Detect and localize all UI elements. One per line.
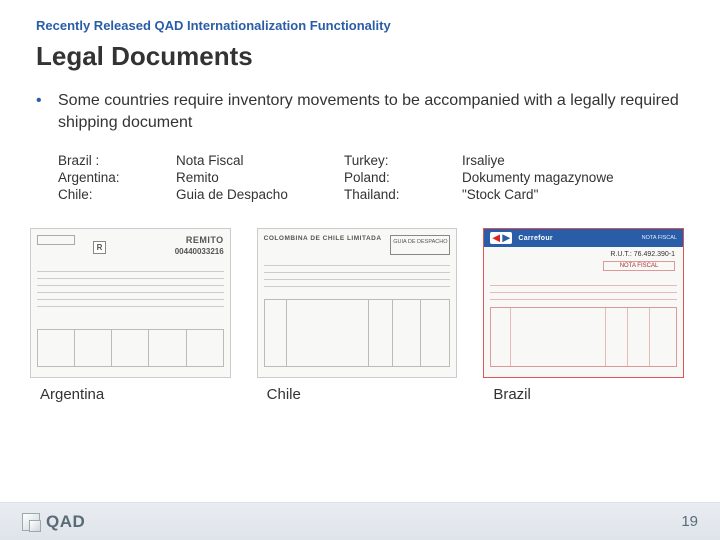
qad-logo-icon — [22, 513, 40, 531]
country-label: Brazil : — [58, 153, 136, 168]
doc-name: "Stock Card" — [462, 187, 614, 202]
qad-logo-text: QAD — [46, 512, 85, 532]
captions-row: Argentina Chile Brazil — [30, 386, 684, 403]
doc-names-left: Nota Fiscal Remito Guia de Despacho — [176, 153, 304, 202]
doc-name: Dokumenty magazynowe — [462, 170, 614, 185]
caption: Chile — [257, 386, 458, 403]
r-mark: R — [93, 241, 106, 254]
slide-footer: QAD 19 — [0, 502, 720, 540]
country-label: Thailand: — [344, 187, 422, 202]
doc-name: Remito — [176, 170, 304, 185]
bullet-text: Some countries require inventory movemen… — [58, 90, 684, 133]
remito-label: REMITO — [186, 235, 224, 245]
brazil-rut: R.U.T.: 76.492.390-1 — [610, 251, 675, 258]
country-label: Turkey: — [344, 153, 422, 168]
brazil-doc-title-box: NOTA FISCAL — [603, 261, 675, 271]
doc-name: Irsaliye — [462, 153, 614, 168]
carrefour-header: Carrefour NOTA FISCAL — [484, 229, 683, 247]
page-number: 19 — [681, 513, 698, 530]
sample-documents-row: R REMITO 00440033216 COLOMBINA DE CHILE … — [30, 228, 684, 378]
country-label: Chile: — [58, 187, 136, 202]
sample-doc-argentina: R REMITO 00440033216 — [30, 228, 231, 378]
doc-name: Guia de Despacho — [176, 187, 304, 202]
country-label: Poland: — [344, 170, 422, 185]
chile-doc-title: GUIA DE DESPACHO — [390, 235, 450, 255]
country-doc-table: Brazil : Argentina: Chile: Nota Fiscal R… — [58, 153, 684, 202]
country-labels-right: Turkey: Poland: Thailand: — [344, 153, 422, 202]
country-labels-left: Brazil : Argentina: Chile: — [58, 153, 136, 202]
doc-names-right: Irsaliye Dokumenty magazynowe "Stock Car… — [462, 153, 614, 202]
doc-name: Nota Fiscal — [176, 153, 304, 168]
nota-fiscal-hint: NOTA FISCAL — [642, 235, 677, 241]
bullet-dot-icon: • — [36, 90, 58, 133]
chile-company: COLOMBINA DE CHILE LIMITADA — [264, 235, 382, 242]
bullet-item: • Some countries require inventory movem… — [36, 90, 684, 133]
caption: Brazil — [483, 386, 684, 403]
country-label: Argentina: — [58, 170, 136, 185]
slide: Recently Released QAD Internationalizati… — [0, 0, 720, 540]
slide-title: Legal Documents — [36, 41, 684, 72]
carrefour-text: Carrefour — [518, 235, 553, 242]
qad-logo: QAD — [22, 512, 85, 532]
sample-doc-chile: COLOMBINA DE CHILE LIMITADA GUIA DE DESP… — [257, 228, 458, 378]
sample-doc-brazil: Carrefour NOTA FISCAL R.U.T.: 76.492.390… — [483, 228, 684, 378]
pre-title: Recently Released QAD Internationalizati… — [36, 18, 684, 33]
carrefour-logo-icon — [490, 232, 512, 244]
caption: Argentina — [30, 386, 231, 403]
remito-number: 00440033216 — [175, 247, 224, 256]
